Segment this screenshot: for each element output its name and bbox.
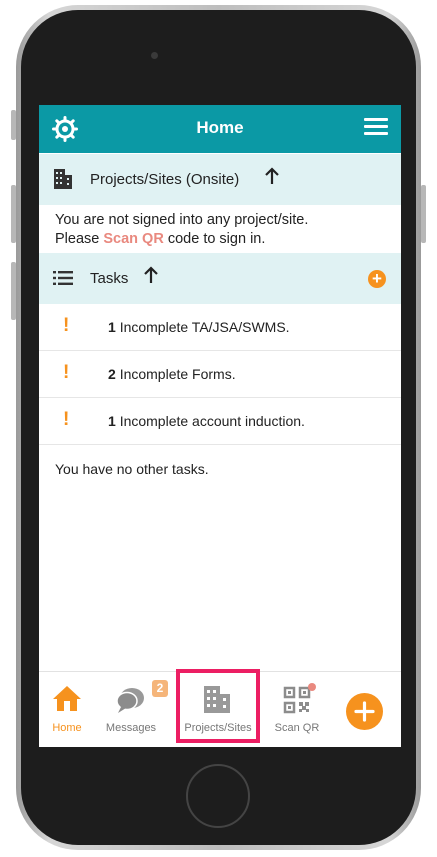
message-text: code to sign in. (167, 231, 266, 247)
qr-code-icon (283, 686, 311, 714)
tab-scan-qr[interactable]: Scan QR (269, 672, 325, 747)
list-icon (53, 271, 73, 285)
highlight-box (176, 669, 260, 743)
task-count: 1 (108, 413, 116, 429)
sign-in-message: You are not signed into any project/site… (55, 211, 308, 249)
app-screen: Home Projects/Sites (Onsite) You are not… (39, 105, 401, 747)
task-row[interactable]: ! 2 Incomplete Forms. (39, 351, 401, 398)
task-count: 2 (108, 366, 116, 382)
warning-icon: ! (63, 315, 70, 336)
task-text: 2 Incomplete Forms. (108, 366, 236, 382)
task-label: Incomplete TA/JSA/SWMS. (119, 319, 290, 335)
sort-arrow-up-icon[interactable] (264, 166, 280, 186)
app-header: Home (39, 105, 401, 153)
home-icon (53, 686, 81, 711)
task-text: 1 Incomplete account induction. (108, 413, 305, 429)
camera-icon (151, 52, 158, 59)
sign-in-message-line2: Please Scan QR code to sign in. (55, 230, 308, 249)
tab-home[interactable]: Home (41, 672, 93, 747)
power-button (421, 185, 426, 243)
messages-badge: 2 (152, 680, 168, 697)
no-tasks-message: You have no other tasks. (55, 461, 209, 477)
messages-icon (116, 688, 144, 713)
scan-notification-dot (308, 683, 316, 691)
sort-arrow-up-icon[interactable] (143, 265, 159, 285)
message-text: Please (55, 231, 100, 247)
add-button[interactable] (346, 693, 383, 730)
add-task-icon[interactable]: + (368, 270, 386, 288)
tab-scan-qr-label: Scan QR (274, 722, 320, 734)
task-label: Incomplete Forms. (119, 366, 236, 382)
tasks-section-title: Tasks (90, 270, 129, 287)
tab-home-label: Home (52, 722, 82, 734)
task-label: Incomplete account induction. (119, 413, 305, 429)
plus-icon (354, 701, 375, 722)
page-title: Home (196, 118, 244, 137)
tab-messages-label: Messages (105, 722, 157, 734)
task-count: 1 (108, 319, 116, 335)
hamburger-menu-icon[interactable] (364, 118, 388, 140)
warning-icon: ! (63, 409, 70, 430)
mute-switch (11, 110, 16, 140)
task-text: 1 Incomplete TA/JSA/SWMS. (108, 319, 290, 335)
task-row[interactable]: ! 1 Incomplete account induction. (39, 398, 401, 445)
home-button[interactable] (186, 764, 250, 828)
tasks-section-header[interactable]: Tasks (39, 253, 401, 304)
volume-down-button (11, 262, 16, 320)
projects-section-title: Projects/Sites (Onsite) (90, 171, 240, 188)
volume-up-button (11, 185, 16, 243)
sign-in-message-line1: You are not signed into any project/site… (55, 212, 309, 228)
warning-icon: ! (63, 362, 70, 383)
building-icon (54, 169, 72, 189)
scan-qr-link[interactable]: Scan QR (103, 231, 163, 247)
task-row[interactable]: ! 1 Incomplete TA/JSA/SWMS. (39, 304, 401, 351)
projects-section-header[interactable]: Projects/Sites (Onsite) (39, 154, 401, 205)
